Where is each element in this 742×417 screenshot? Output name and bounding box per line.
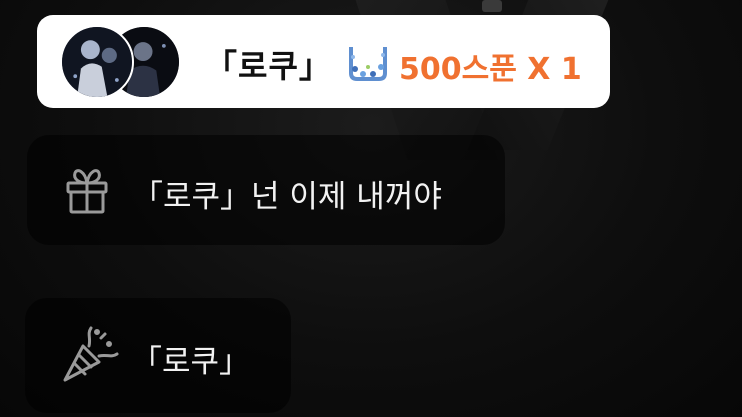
spoon-icon [349, 47, 387, 81]
gift-amount: 500스푼 X 1 [399, 52, 582, 87]
chat-message-text: 「로쿠」넌 이제 내꺼야 [132, 179, 442, 215]
chat-message-gift: 「로쿠」넌 이제 내꺼야 [27, 135, 505, 245]
sender-name[interactable]: 「로쿠」 [205, 41, 332, 87]
avatar[interactable] [60, 25, 134, 99]
chat-message-join: 「로쿠」 [25, 298, 291, 413]
party-popper-icon [63, 326, 119, 382]
avatar-image [62, 27, 132, 97]
gift-icon [66, 169, 108, 214]
gift-banner: 「로쿠」 500스푼 X 1 [37, 15, 610, 108]
chat-message-text: 「로쿠」 [131, 344, 251, 380]
